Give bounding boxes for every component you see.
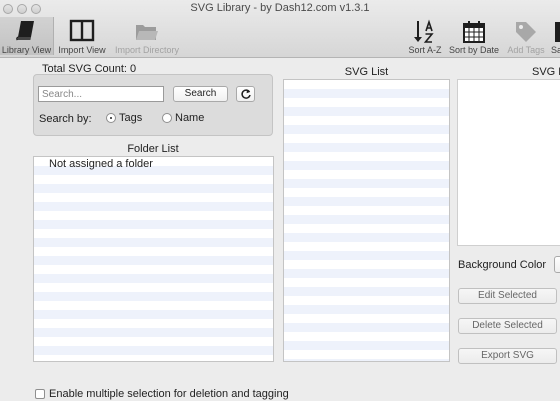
folder-icon [134, 19, 160, 46]
add-tags-button[interactable]: Add Tags [504, 17, 548, 55]
import-view-button[interactable]: Import View [56, 17, 108, 55]
save-button[interactable]: Sa [549, 17, 560, 55]
refresh-icon [240, 88, 252, 103]
calendar-icon [461, 19, 487, 48]
multi-select-label: Enable multiple selection for deletion a… [49, 388, 289, 400]
book-icon [14, 19, 40, 46]
radio-name-label: Name [175, 112, 205, 124]
search-panel [33, 74, 273, 136]
svg-list-title: SVG List [344, 66, 389, 78]
refresh-button[interactable] [236, 86, 255, 102]
sort-by-date-button[interactable]: Sort by Date [448, 17, 500, 55]
window-title: SVG Library - by Dash12.com v1.3.1 [190, 2, 370, 14]
svg-preview-pane [457, 79, 560, 246]
search-input[interactable] [38, 86, 164, 102]
sort-alpha-icon [412, 19, 438, 48]
columns-icon [69, 19, 95, 46]
save-icon [552, 19, 560, 48]
folder-list-item[interactable]: Not assigned a folder [49, 158, 153, 170]
search-by-label: Search by: [39, 113, 92, 125]
radio-name[interactable] [162, 113, 172, 123]
radio-tags[interactable] [106, 113, 116, 123]
add-tags-label: Add Tags [507, 45, 545, 55]
delete-selected-button[interactable]: Delete Selected [458, 318, 557, 334]
background-color-picker[interactable] [554, 256, 560, 273]
import-view-label: Import View [58, 45, 106, 55]
window-titlebar: SVG Library - by Dash12.com v1.3.1 Libra… [0, 0, 560, 58]
multi-select-checkbox[interactable] [35, 389, 45, 399]
background-color-label: Background Color [458, 259, 547, 271]
radio-tags-label: Tags [119, 112, 143, 124]
svg-preview-title: SVG F [532, 66, 560, 78]
library-view-button[interactable]: Library View [0, 17, 54, 55]
folder-list-title: Folder List [127, 143, 179, 155]
tag-icon [513, 19, 539, 48]
edit-selected-button[interactable]: Edit Selected [458, 288, 557, 304]
import-directory-label: Import Directory [114, 45, 179, 55]
sort-az-label: Sort A-Z [408, 45, 442, 55]
sort-by-date-label: Sort by Date [448, 45, 500, 55]
library-view-label: Library View [1, 45, 52, 55]
folder-list[interactable]: Not assigned a folder [33, 156, 274, 362]
save-label: Sa [551, 45, 560, 55]
export-svg-button[interactable]: Export SVG [458, 348, 557, 364]
search-button[interactable]: Search [173, 86, 228, 102]
sort-az-button[interactable]: Sort A-Z [404, 17, 446, 55]
svg-list[interactable] [283, 79, 450, 362]
import-directory-button[interactable]: Import Directory [112, 17, 182, 55]
